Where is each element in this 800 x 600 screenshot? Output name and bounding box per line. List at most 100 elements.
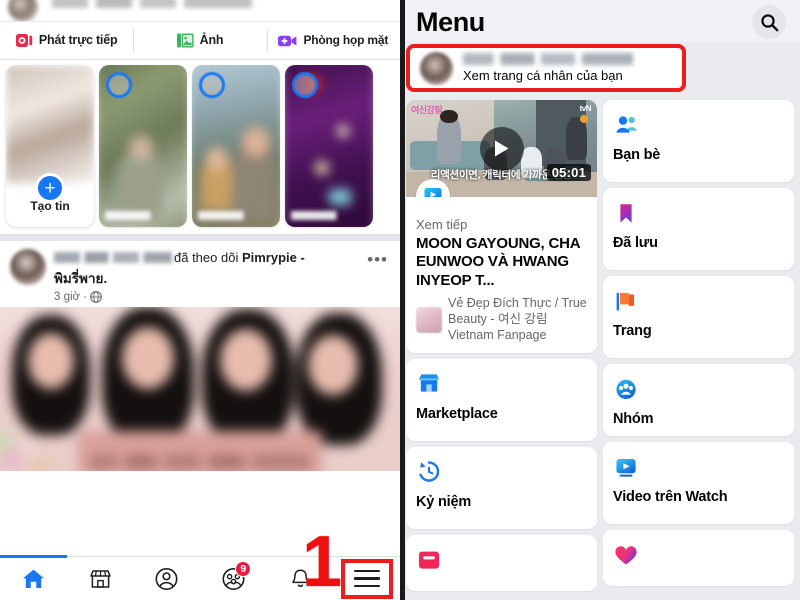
home-icon (22, 569, 44, 588)
search-icon (760, 13, 778, 31)
photo-label: Ảnh (199, 32, 224, 47)
channel-logo: tvN (579, 104, 592, 113)
nav-menu[interactable] (333, 557, 400, 600)
groups-circle-icon (616, 379, 636, 399)
menu-item-icon-wrap (613, 286, 784, 316)
post-author-name-redacted (54, 252, 172, 263)
post-author-avatar[interactable] (10, 249, 46, 285)
photo-icon (176, 33, 194, 48)
menu-item-label: Kỷ niệm (416, 493, 472, 510)
menu-item-dating-partial[interactable] (603, 530, 794, 586)
menu-item-icon-wrap (416, 369, 587, 399)
menu-item-icon-wrap (613, 540, 784, 570)
story-name-redacted (291, 211, 367, 220)
story-avatar-ring (199, 72, 225, 98)
page-thumbnail (416, 306, 442, 333)
menu-item-watch[interactable]: Video trên Watch (603, 442, 794, 524)
search-button[interactable] (752, 5, 786, 39)
story-item[interactable] (285, 65, 373, 227)
story-avatar-ring (106, 72, 132, 98)
composer-avatar (8, 0, 38, 22)
post-target-name-thai[interactable]: พิมรี่พาย. (54, 267, 365, 289)
bookmark-icon (620, 203, 632, 223)
video-thumbnail[interactable]: 여신강림 tvN 리액션이면, 캐릭터에 가까운 행동 05:01 (406, 100, 597, 197)
photo-button[interactable]: Ảnh (133, 22, 266, 59)
stories-tray: + Tạo tin (0, 60, 400, 234)
menu-item-events-partial[interactable] (406, 534, 597, 591)
pages-flag-icon (616, 292, 634, 311)
active-tab-indicator (0, 555, 67, 558)
video-room-icon (278, 35, 297, 46)
menu-item-label: Đã lưu (613, 235, 658, 251)
menu-item-friends[interactable]: Bạn bè (603, 100, 794, 182)
story-item[interactable] (99, 65, 187, 227)
separator-dot: · (83, 290, 87, 303)
menu-item-memories[interactable]: Kỷ niệm (406, 446, 597, 529)
menu-item-label: Video trên Watch (613, 489, 728, 505)
panel-divider (400, 0, 405, 600)
menu-item-icon-wrap (416, 545, 587, 575)
nav-marketplace[interactable] (67, 557, 134, 600)
menu-item-groups[interactable]: Nhóm (603, 364, 794, 436)
composer-action-row: Phát trực tiếp Ảnh Phòng họp mặt (0, 22, 400, 60)
live-video-button[interactable]: Phát trực tiếp (0, 22, 133, 59)
step-marker-1: 1 (302, 521, 343, 600)
post-action-text: đã theo dõi (174, 250, 239, 265)
menu-item-pages[interactable]: Trang (603, 276, 794, 358)
video-title: MOON GAYOUNG, CHA EUNWOO VÀ HWANG INYEOP… (416, 235, 580, 289)
menu-item-saved[interactable]: Đã lưu (603, 188, 794, 270)
screenshot-root: Phát trực tiếp Ảnh Phòng họp mặt + Tạo t… (0, 0, 800, 600)
left-phone-feed-screen: Phát trực tiếp Ảnh Phòng họp mặt + Tạo t… (0, 0, 400, 600)
hamburger-icon[interactable] (340, 558, 393, 599)
menu-column-right: Bạn bè Đã lưu Trang Nhóm Video trên Watc… (603, 100, 794, 586)
profile-row[interactable]: Xem trang cá nhân của bạn (406, 44, 686, 92)
create-story-card[interactable]: + Tạo tin (6, 65, 94, 227)
video-page-row[interactable]: Vẻ Đẹp Đích Thực / True Beauty - 여신 강림 V… (416, 295, 587, 343)
video-room-button[interactable]: Phòng họp mặt (266, 22, 400, 59)
live-video-label: Phát trực tiếp (38, 32, 118, 47)
nav-home[interactable] (0, 555, 67, 600)
profile-name-redacted (463, 53, 633, 65)
post-header: đã theo dõi Pimrypie - พิมรี่พาย. 3 giờ … (0, 241, 400, 307)
right-phone-menu-screen: Menu Xem trang cá nhân của bạn 여신강림 tvN … (400, 0, 800, 600)
post-more-options-button[interactable]: ••• (365, 251, 390, 268)
watch-icon-glyph (424, 188, 442, 197)
dating-heart-icon (615, 545, 637, 564)
story-name-redacted (105, 211, 181, 220)
composer-placeholder-redacted (52, 0, 252, 8)
avatar (420, 51, 453, 85)
nav-groups[interactable]: 9 (200, 557, 267, 600)
play-button[interactable] (479, 126, 524, 171)
stories-list[interactable]: + Tạo tin (0, 65, 400, 229)
friends-icon (616, 115, 637, 133)
menu-grid: 여신강림 tvN 리액션이면, 캐릭터에 가까운 행동 05:01 Xem ti… (400, 92, 800, 591)
post-timestamp: 3 giờ (54, 290, 81, 303)
post-image-content (0, 306, 400, 471)
profile-text: Xem trang cá nhân của bạn (463, 53, 633, 83)
create-story-label: Tạo tin (30, 199, 70, 213)
post-target-name[interactable]: Pimrypie - (242, 250, 305, 265)
marketplace-store-icon (419, 374, 439, 392)
live-video-icon (15, 34, 33, 47)
menu-item-icon-wrap (613, 452, 784, 482)
story-item[interactable] (192, 65, 280, 227)
menu-item-icon-wrap (613, 374, 784, 404)
profile-subtitle: Xem trang cá nhân của bạn (463, 68, 623, 83)
nav-profile[interactable] (133, 557, 200, 600)
menu-item-label: Marketplace (416, 405, 498, 422)
menu-item-marketplace[interactable]: Marketplace (406, 358, 597, 441)
section-divider (0, 234, 400, 241)
menu-item-label: Nhóm (613, 411, 654, 427)
thumb-person (566, 117, 588, 161)
post-composer[interactable] (0, 0, 400, 22)
events-icon (419, 551, 439, 569)
watch-video-icon (616, 458, 636, 477)
video-page-name: Vẻ Đẹp Đích Thực / True Beauty - 여신 강림 V… (448, 295, 587, 342)
channel-logo-dot (580, 115, 588, 123)
video-cta[interactable]: Xem tiếp (416, 217, 587, 232)
post-image[interactable] (0, 306, 400, 471)
menu-item-icon-wrap (613, 198, 784, 228)
menu-item-icon-wrap (613, 110, 784, 140)
story-avatar-ring (292, 72, 318, 98)
suggested-video-card[interactable]: 여신강림 tvN 리액션이면, 캐릭터에 가까운 행동 05:01 Xem ti… (406, 100, 597, 353)
